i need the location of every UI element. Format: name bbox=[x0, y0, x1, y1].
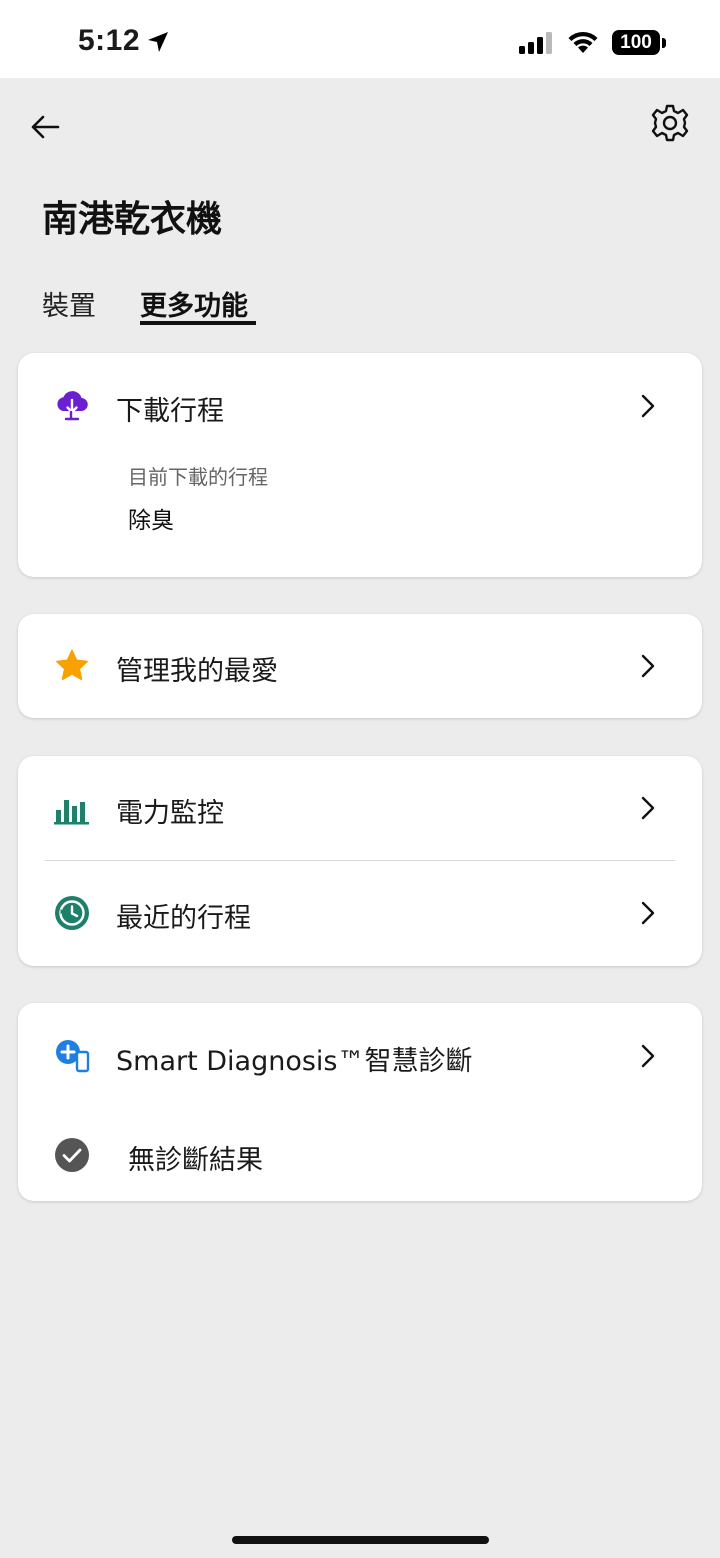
check-circle-icon bbox=[55, 1138, 89, 1172]
history-clock-icon bbox=[55, 896, 89, 930]
page-title: 南港乾衣機 bbox=[42, 199, 223, 240]
favorites-card: 管理我的最愛 bbox=[18, 614, 702, 718]
download-course-card: 下載行程 目前下載的行程 除臭 bbox=[18, 353, 702, 577]
monitor-card: 電力監控 最近的行程 bbox=[18, 756, 702, 966]
gear-icon bbox=[651, 104, 689, 142]
current-download-caption: 目前下載的行程 bbox=[128, 465, 268, 489]
chevron-right-icon bbox=[641, 1044, 655, 1068]
status-bar: 5:12 100 bbox=[0, 0, 720, 78]
recent-courses-row[interactable]: 最近的行程 bbox=[18, 878, 702, 948]
active-tab-indicator bbox=[140, 321, 256, 325]
bar-chart-icon bbox=[54, 800, 89, 825]
cellular-signal-icon bbox=[519, 32, 552, 54]
power-monitor-row[interactable]: 電力監控 bbox=[18, 773, 702, 843]
chevron-right-icon bbox=[641, 654, 655, 678]
diagnosis-result-row: 無診斷結果 bbox=[18, 1120, 702, 1190]
manage-favorites-label: 管理我的最愛 bbox=[116, 656, 278, 687]
smart-diagnosis-card: Smart Diagnosis™智慧診斷 無診斷結果 bbox=[18, 1003, 702, 1201]
smart-diagnosis-row[interactable]: Smart Diagnosis™智慧診斷 bbox=[18, 1021, 702, 1091]
location-arrow-icon bbox=[148, 32, 168, 52]
status-time: 5:12 bbox=[78, 24, 141, 57]
wifi-icon bbox=[568, 31, 598, 53]
manage-favorites-row[interactable]: 管理我的最愛 bbox=[18, 631, 702, 701]
current-download-value: 除臭 bbox=[128, 508, 174, 534]
diagnosis-result-label: 無診斷結果 bbox=[128, 1145, 263, 1176]
arrow-left-icon bbox=[31, 115, 60, 139]
chevron-right-icon bbox=[641, 394, 655, 418]
chevron-right-icon bbox=[641, 901, 655, 925]
smart-diagnosis-icon bbox=[56, 1040, 90, 1073]
tab-device[interactable]: 裝置 bbox=[42, 284, 96, 323]
battery-indicator: 100 bbox=[612, 30, 660, 55]
cloud-download-icon bbox=[57, 391, 88, 421]
recent-courses-label: 最近的行程 bbox=[116, 903, 251, 934]
star-icon bbox=[56, 649, 88, 681]
back-button[interactable] bbox=[26, 108, 66, 148]
chevron-right-icon bbox=[641, 796, 655, 820]
settings-button[interactable] bbox=[648, 101, 692, 145]
battery-nub bbox=[662, 38, 666, 48]
row-divider bbox=[45, 860, 675, 861]
download-course-label: 下載行程 bbox=[116, 396, 224, 427]
download-course-row[interactable]: 下載行程 bbox=[18, 371, 702, 441]
tab-more-features[interactable]: 更多功能 bbox=[140, 284, 248, 323]
power-monitor-label: 電力監控 bbox=[116, 798, 224, 829]
home-indicator[interactable] bbox=[232, 1536, 489, 1544]
smart-diagnosis-label: Smart Diagnosis™智慧診斷 bbox=[116, 1046, 473, 1077]
